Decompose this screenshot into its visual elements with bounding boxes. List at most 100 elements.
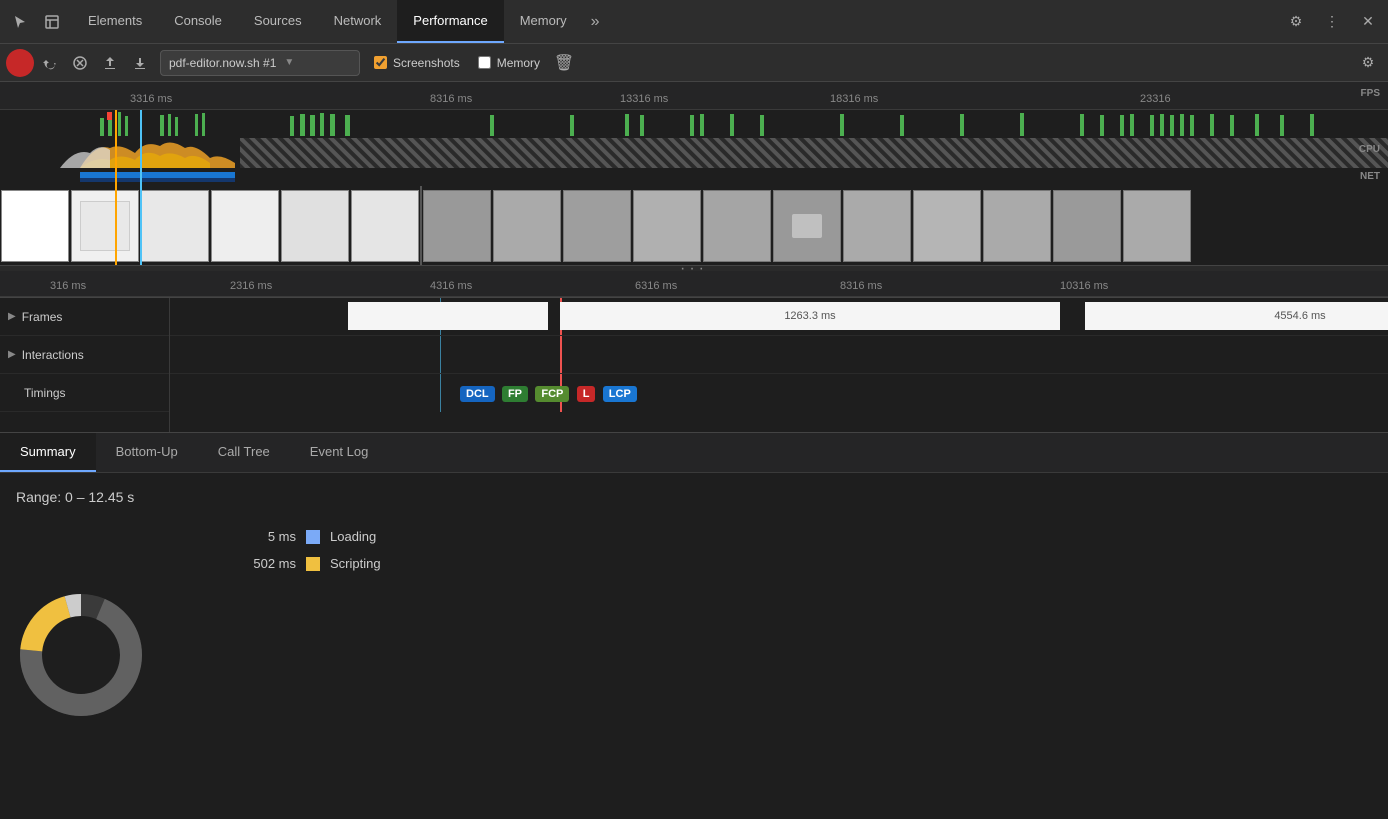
lcp-badge: LCP <box>603 386 637 402</box>
range-display: Range: 0 – 12.45 s <box>16 489 1372 505</box>
tab-call-tree[interactable]: Call Tree <box>198 433 290 472</box>
range-ruler-area: ··· 316 ms 2316 ms 4316 ms 6316 ms 8316 … <box>0 265 1388 297</box>
clear-icon[interactable] <box>66 49 94 77</box>
screenshot-thumb <box>423 190 491 262</box>
loading-value: 5 ms <box>236 529 296 544</box>
fps-track <box>0 110 1388 138</box>
blue-marker-line <box>140 110 142 265</box>
memory-label: Memory <box>497 56 540 70</box>
interactions-label: Interactions <box>22 348 84 362</box>
net-label: NET <box>1360 171 1380 182</box>
range-ruler: 316 ms 2316 ms 4316 ms 6316 ms 8316 ms 1… <box>0 271 1388 297</box>
frames-arrow-icon: ▶ <box>8 311 16 322</box>
screenshot-thumb <box>493 190 561 262</box>
chevron-down-icon: ▼ <box>284 57 294 68</box>
upload-icon[interactable] <box>96 49 124 77</box>
screenshot-thumb <box>71 190 139 262</box>
screenshot-thumb <box>351 190 419 262</box>
more-options-icon[interactable]: ⋮ <box>1316 6 1348 38</box>
tab-summary[interactable]: Summary <box>0 433 96 472</box>
screenshots-label: Screenshots <box>393 56 460 70</box>
screenshot-thumb <box>633 190 701 262</box>
screenshot-thumb <box>1123 190 1191 262</box>
panels-area: ▶ Frames ▶ Interactions Timings 1263.3 m… <box>0 298 1388 433</box>
interactions-red-line <box>560 336 562 373</box>
timings-panel-label[interactable]: Timings <box>0 374 169 412</box>
loading-label: Loading <box>330 529 376 544</box>
memory-checkbox-input[interactable] <box>478 56 491 69</box>
screenshot-thumb <box>563 190 631 262</box>
frame-bar-2: 1263.3 ms <box>560 302 1060 330</box>
interactions-panel-label[interactable]: ▶ Interactions <box>0 336 169 374</box>
inspect-icon[interactable] <box>36 6 68 38</box>
settings-icon[interactable]: ⚙ <box>1280 6 1312 38</box>
range-tick-6316: 6316 ms <box>635 280 677 292</box>
tab-bottom-up[interactable]: Bottom-Up <box>96 433 198 472</box>
panels-left: ▶ Frames ▶ Interactions Timings <box>0 298 170 432</box>
donut-chart <box>16 590 146 723</box>
screenshot-thumb <box>703 190 771 262</box>
timeline-ruler: 3316 ms 8316 ms 13316 ms 18316 ms 23316 … <box>0 82 1388 110</box>
frame-value-1: 1263.3 ms <box>784 310 835 322</box>
frame-bar-1 <box>348 302 548 330</box>
screenshot-thumb <box>281 190 349 262</box>
record-button[interactable] <box>6 49 34 77</box>
tab-performance[interactable]: Performance <box>397 0 503 43</box>
net-track: NET <box>0 168 1388 186</box>
tab-event-log[interactable]: Event Log <box>290 433 389 472</box>
range-tick-316: 316 ms <box>50 280 86 292</box>
donut-svg <box>16 590 146 720</box>
download-icon[interactable] <box>126 49 154 77</box>
range-tick-10316: 10316 ms <box>1060 280 1108 292</box>
screenshot-thumb <box>773 190 841 262</box>
fps-chart <box>0 110 1388 138</box>
more-tabs-button[interactable]: » <box>583 0 608 43</box>
second-toolbar: pdf-editor.now.sh #1 ▼ Screenshots Memor… <box>0 44 1388 82</box>
tab-memory[interactable]: Memory <box>504 0 583 43</box>
fp-badge: FP <box>502 386 528 402</box>
reload-icon[interactable] <box>36 49 64 77</box>
trash-icon[interactable]: 🗑 <box>550 49 578 77</box>
ruler-tick-13316: 13316 ms <box>620 93 668 105</box>
frame-bar-3: 4554.6 ms <box>1085 302 1388 330</box>
timings-label: Timings <box>24 386 66 400</box>
cursor-icon[interactable] <box>4 6 36 38</box>
tracks-area: CPU NET <box>0 110 1388 265</box>
screenshots-track <box>0 186 1388 265</box>
interactions-content <box>170 336 1388 374</box>
scripting-color-swatch <box>306 557 320 571</box>
close-icon[interactable]: ✕ <box>1352 6 1384 38</box>
tab-network[interactable]: Network <box>318 0 398 43</box>
scripting-value: 502 ms <box>236 556 296 571</box>
tab-console[interactable]: Console <box>158 0 238 43</box>
summary-panel: Range: 0 – 12.45 s 5 ms Loading 502 ms S… <box>0 473 1388 743</box>
screenshot-thumb <box>1 190 69 262</box>
screenshot-thumb <box>211 190 279 262</box>
cpu-chart <box>0 138 1388 168</box>
screenshots-checkbox-label[interactable]: Screenshots <box>366 56 468 70</box>
url-selector[interactable]: pdf-editor.now.sh #1 ▼ <box>160 50 360 76</box>
tab-sources[interactable]: Sources <box>238 0 318 43</box>
screenshot-thumb <box>983 190 1051 262</box>
panels-right: 1263.3 ms 4554.6 ms DCL FP FCP L LCP <box>170 298 1388 432</box>
screenshot-thumb <box>1053 190 1121 262</box>
capture-settings-icon[interactable]: ⚙ <box>1354 49 1382 77</box>
screenshot-thumb <box>913 190 981 262</box>
frames-panel-label[interactable]: ▶ Frames <box>0 298 169 336</box>
frame-value-2: 4554.6 ms <box>1274 310 1325 322</box>
url-text: pdf-editor.now.sh #1 <box>169 56 276 70</box>
timeline-overview: 3316 ms 8316 ms 13316 ms 18316 ms 23316 … <box>0 82 1388 298</box>
loading-stat: 5 ms Loading <box>236 529 1372 544</box>
tab-elements[interactable]: Elements <box>72 0 158 43</box>
ruler-tick-8316: 8316 ms <box>430 93 472 105</box>
range-tick-4316: 4316 ms <box>430 280 472 292</box>
screenshot-thumb <box>141 190 209 262</box>
net-chart <box>0 168 1388 186</box>
screenshots-checkbox-input[interactable] <box>374 56 387 69</box>
timings-divider <box>440 374 441 412</box>
screenshot-divider <box>420 186 422 265</box>
ruler-tick-18316: 18316 ms <box>830 93 878 105</box>
cpu-label: CPU <box>1359 144 1380 155</box>
toolbar-right-icons: ⚙ ⋮ ✕ <box>1280 6 1384 38</box>
memory-checkbox-label[interactable]: Memory <box>470 56 548 70</box>
